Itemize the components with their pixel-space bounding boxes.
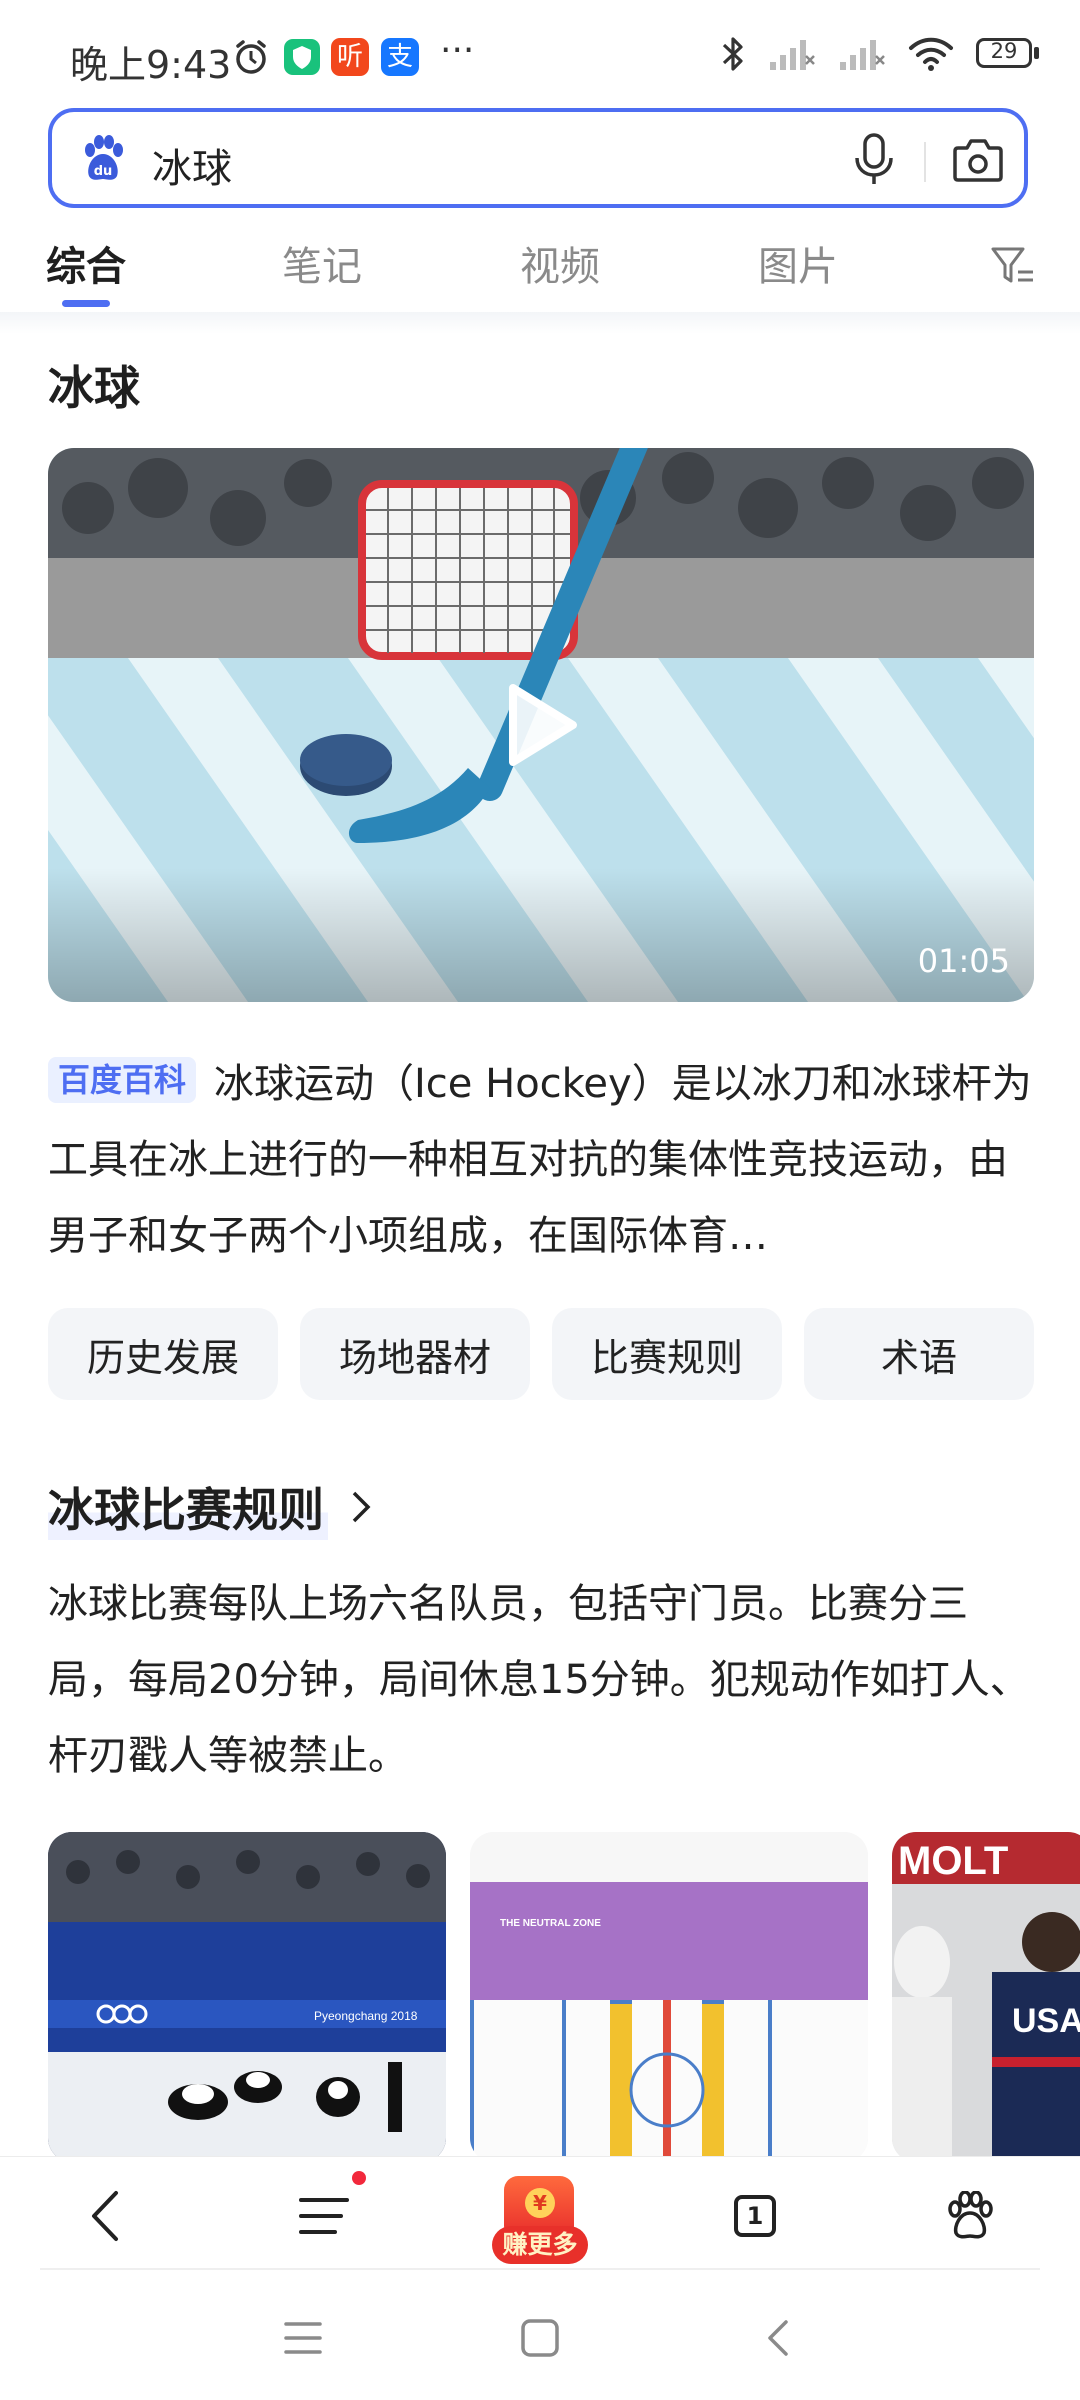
neutral-zone-diagram: THE NEUTRAL ZONE [470,1832,868,2162]
search-divider [924,142,926,182]
hockey-ceremony-photo: Pyeongchang 2018 [48,1832,446,2162]
back-arrow-icon [92,2191,118,2241]
search-box[interactable]: du 冰球 [48,108,1028,208]
coin-icon: ¥ [525,2188,555,2218]
video-duration: 01:05 [917,942,1010,980]
play-icon[interactable] [503,682,579,768]
thumbnail-3-caption: MOLT [898,1839,1008,1883]
listen-app-icon: 听 [331,38,369,76]
bottom-toolbar: ¥ 赚更多 1 [0,2156,1080,2275]
earn-more-label: 赚更多 [492,2226,588,2264]
result-tabs: 综合 笔记 视频 图片 [0,222,1080,312]
topic-chips: 历史发展 场地器材 比赛规则 术语 [48,1308,1034,1400]
tab-count: 1 [734,2195,776,2237]
recent-apps-icon[interactable] [282,2318,324,2358]
video-player[interactable]: 01:05 [48,448,1034,1002]
status-right: 29 [720,34,1040,74]
coin-symbol: ¥ [533,2191,547,2215]
svg-text:du: du [94,164,113,179]
home-icon[interactable] [520,2318,560,2358]
active-tab-indicator [62,300,110,307]
system-back-icon[interactable] [762,2318,792,2358]
listen-app-label: 听 [336,42,363,72]
chip-history[interactable]: 历史发展 [48,1308,278,1400]
status-bar: 晚上9:43 听 支 ··· 29 [0,0,1080,110]
thumbnail-1-caption: Pyeongchang 2018 [314,2009,418,2023]
filter-icon[interactable] [990,244,1036,290]
chip-venue-equipment[interactable]: 场地器材 [300,1308,530,1400]
baidu-logo-icon: du [85,135,123,180]
baidu-home-button[interactable] [925,2157,1015,2275]
tab-images[interactable]: 图片 [758,234,838,292]
camera-icon[interactable] [952,136,1004,184]
tab-notes[interactable]: 笔记 [282,234,362,292]
toolbar-divider [40,2268,1040,2270]
chip-terms[interactable]: 术语 [804,1308,1034,1400]
alarm-icon [236,40,266,74]
more-notifications: ··· [440,30,475,71]
baike-summary[interactable]: 百度百科 冰球运动（Ice Hockey）是以冰刀和冰球杆为工具在冰上进行的一种相… [48,1046,1034,1274]
signal-1-icon [770,40,815,70]
image-thumbnail-3[interactable]: MOLT USA [892,1832,1080,2162]
back-button[interactable] [60,2157,150,2275]
battery-indicator: 29 [976,38,1040,70]
chip-rules[interactable]: 比赛规则 [552,1308,782,1400]
image-thumbnail-2[interactable]: THE NEUTRAL ZONE [470,1832,868,2162]
status-time: 晚上9:43 [70,43,232,87]
microphone-icon[interactable] [852,132,896,188]
alipay-app-label: 支 [386,42,413,72]
chevron-right-icon [352,1491,371,1523]
baike-badge: 百度百科 [48,1057,197,1103]
system-nav-bar [0,2276,1080,2400]
page-title: 冰球 [48,361,140,415]
section-body: 冰球比赛每队上场六名队员，包括守门员。比赛分三局，每局20分钟，局间休息15分钟… [48,1581,1030,1779]
notification-dot [352,2171,366,2185]
earn-more-button[interactable]: ¥ 赚更多 [490,2157,590,2275]
tab-videos[interactable]: 视频 [520,234,600,292]
usa-player-photo: MOLT USA [892,1832,1080,2162]
battery-level: 29 [990,39,1018,63]
tabs-shadow [0,312,1080,334]
tabs-button[interactable]: 1 [710,2157,800,2275]
wifi-icon [909,37,953,71]
thumbnail-2-caption: THE NEUTRAL ZONE [500,1918,601,1929]
shield-app-icon [284,39,320,75]
tab-comprehensive[interactable]: 综合 [46,234,126,292]
section-title-link[interactable]: 冰球比赛规则 [48,1474,372,1540]
search-input[interactable]: 冰球 [152,136,232,194]
alipay-app-icon: 支 [381,38,419,76]
menu-button[interactable] [280,2157,370,2275]
image-thumbnail-1[interactable]: Pyeongchang 2018 [48,1832,446,2162]
section-title: 冰球比赛规则 [48,1474,328,1540]
baidu-paw-icon [948,2191,993,2239]
menu-icon [299,2198,349,2234]
thumbnail-3-jersey: USA [1012,2002,1080,2040]
signal-2-icon [840,40,885,70]
bluetooth-icon [722,37,743,71]
